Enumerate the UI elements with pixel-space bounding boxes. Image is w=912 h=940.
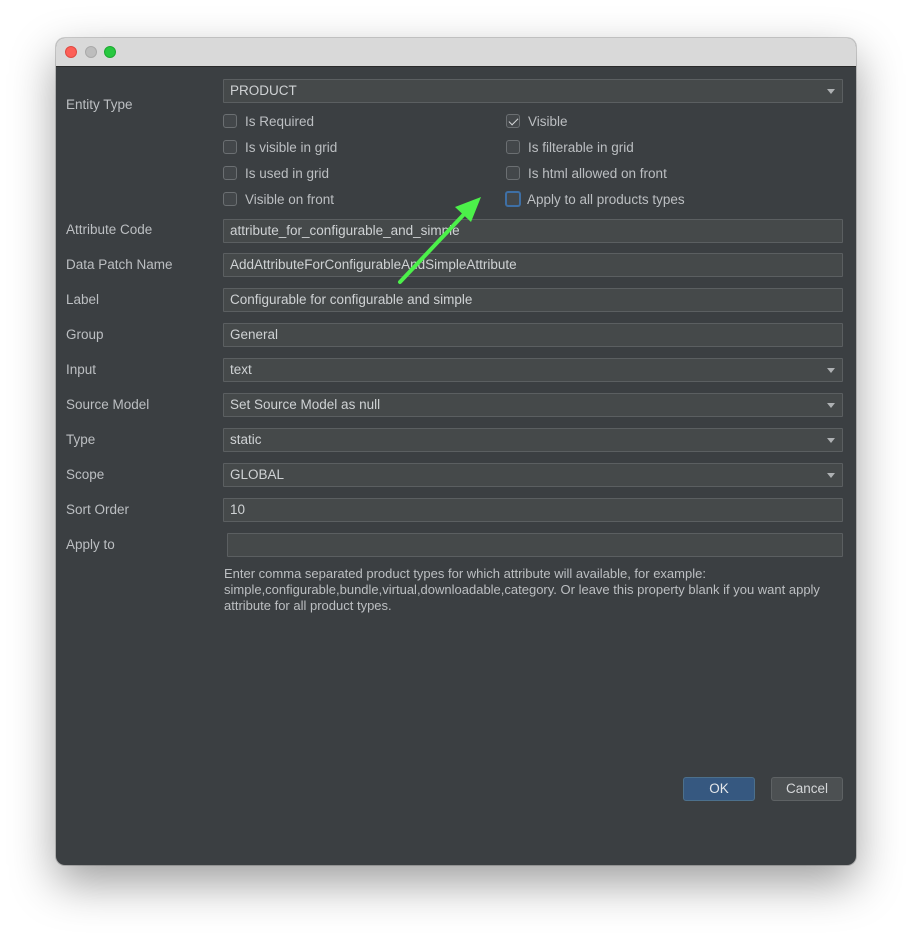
ok-button[interactable]: OK — [683, 777, 755, 801]
is-used-in-grid-label: Is used in grid — [245, 165, 330, 181]
is-filterable-in-grid-checkbox[interactable]: Is filterable in grid — [506, 138, 634, 156]
input-select[interactable]: text — [223, 358, 843, 382]
input-label: Input — [66, 362, 97, 377]
title-bar — [56, 38, 856, 67]
sort-order-label: Sort Order — [66, 502, 130, 517]
label-field-label: Label — [66, 292, 100, 307]
apply-to-hint: Enter comma separated product types for … — [224, 566, 820, 613]
is-visible-in-grid-label: Is visible in grid — [245, 139, 338, 155]
label-input[interactable]: Configurable for configurable and simple — [223, 288, 843, 312]
is-html-allowed-on-front-checkbox[interactable]: Is html allowed on front — [506, 164, 667, 182]
attribute-code-input[interactable]: attribute_for_configurable_and_simple — [223, 219, 843, 243]
sort-order-input[interactable]: 10 — [223, 498, 843, 522]
checkbox-icon — [223, 114, 237, 128]
is-required-checkbox[interactable]: Is Required — [223, 112, 314, 130]
checkbox-icon — [505, 191, 521, 207]
entity-type-label: Entity Type — [66, 97, 133, 112]
entity-type-select[interactable]: PRODUCT — [223, 79, 843, 103]
source-model-select[interactable]: Set Source Model as null — [223, 393, 843, 417]
is-filterable-in-grid-label: Is filterable in grid — [528, 139, 634, 155]
group-label: Group — [66, 327, 104, 342]
apply-to-label: Apply to — [66, 537, 115, 552]
visible-label: Visible — [528, 113, 568, 129]
cancel-button[interactable]: Cancel — [771, 777, 843, 801]
is-html-allowed-on-front-label: Is html allowed on front — [528, 165, 667, 181]
is-used-in-grid-checkbox[interactable]: Is used in grid — [223, 164, 329, 182]
group-input[interactable]: General — [223, 323, 843, 347]
source-model-label: Source Model — [66, 397, 150, 412]
attribute-code-label: Attribute Code — [66, 222, 153, 237]
minimize-icon[interactable] — [85, 46, 97, 58]
checkbox-icon — [506, 166, 520, 180]
dialog-window: Entity Type PRODUCT Is Required Visible … — [56, 38, 856, 865]
type-select[interactable]: static — [223, 428, 843, 452]
scope-label: Scope — [66, 467, 105, 482]
data-patch-name-label: Data Patch Name — [66, 257, 173, 272]
close-icon[interactable] — [65, 46, 77, 58]
type-label: Type — [66, 432, 96, 447]
maximize-icon[interactable] — [104, 46, 116, 58]
visible-checkbox[interactable]: Visible — [506, 112, 568, 130]
apply-to-all-products-types-label: Apply to all products types — [527, 191, 685, 207]
is-required-label: Is Required — [245, 113, 315, 129]
checkmark-icon — [506, 114, 520, 128]
checkbox-icon — [506, 140, 520, 154]
visible-on-front-label: Visible on front — [245, 191, 335, 207]
apply-to-input[interactable] — [227, 533, 843, 557]
checkbox-icon — [223, 140, 237, 154]
scope-select[interactable]: GLOBAL — [223, 463, 843, 487]
is-visible-in-grid-checkbox[interactable]: Is visible in grid — [223, 138, 337, 156]
apply-to-all-products-types-checkbox[interactable]: Apply to all products types — [505, 190, 685, 208]
checkbox-icon — [223, 192, 237, 206]
data-patch-name-input[interactable]: AddAttributeForConfigurableAndSimpleAttr… — [223, 253, 843, 277]
checkbox-icon — [223, 166, 237, 180]
visible-on-front-checkbox[interactable]: Visible on front — [223, 190, 334, 208]
